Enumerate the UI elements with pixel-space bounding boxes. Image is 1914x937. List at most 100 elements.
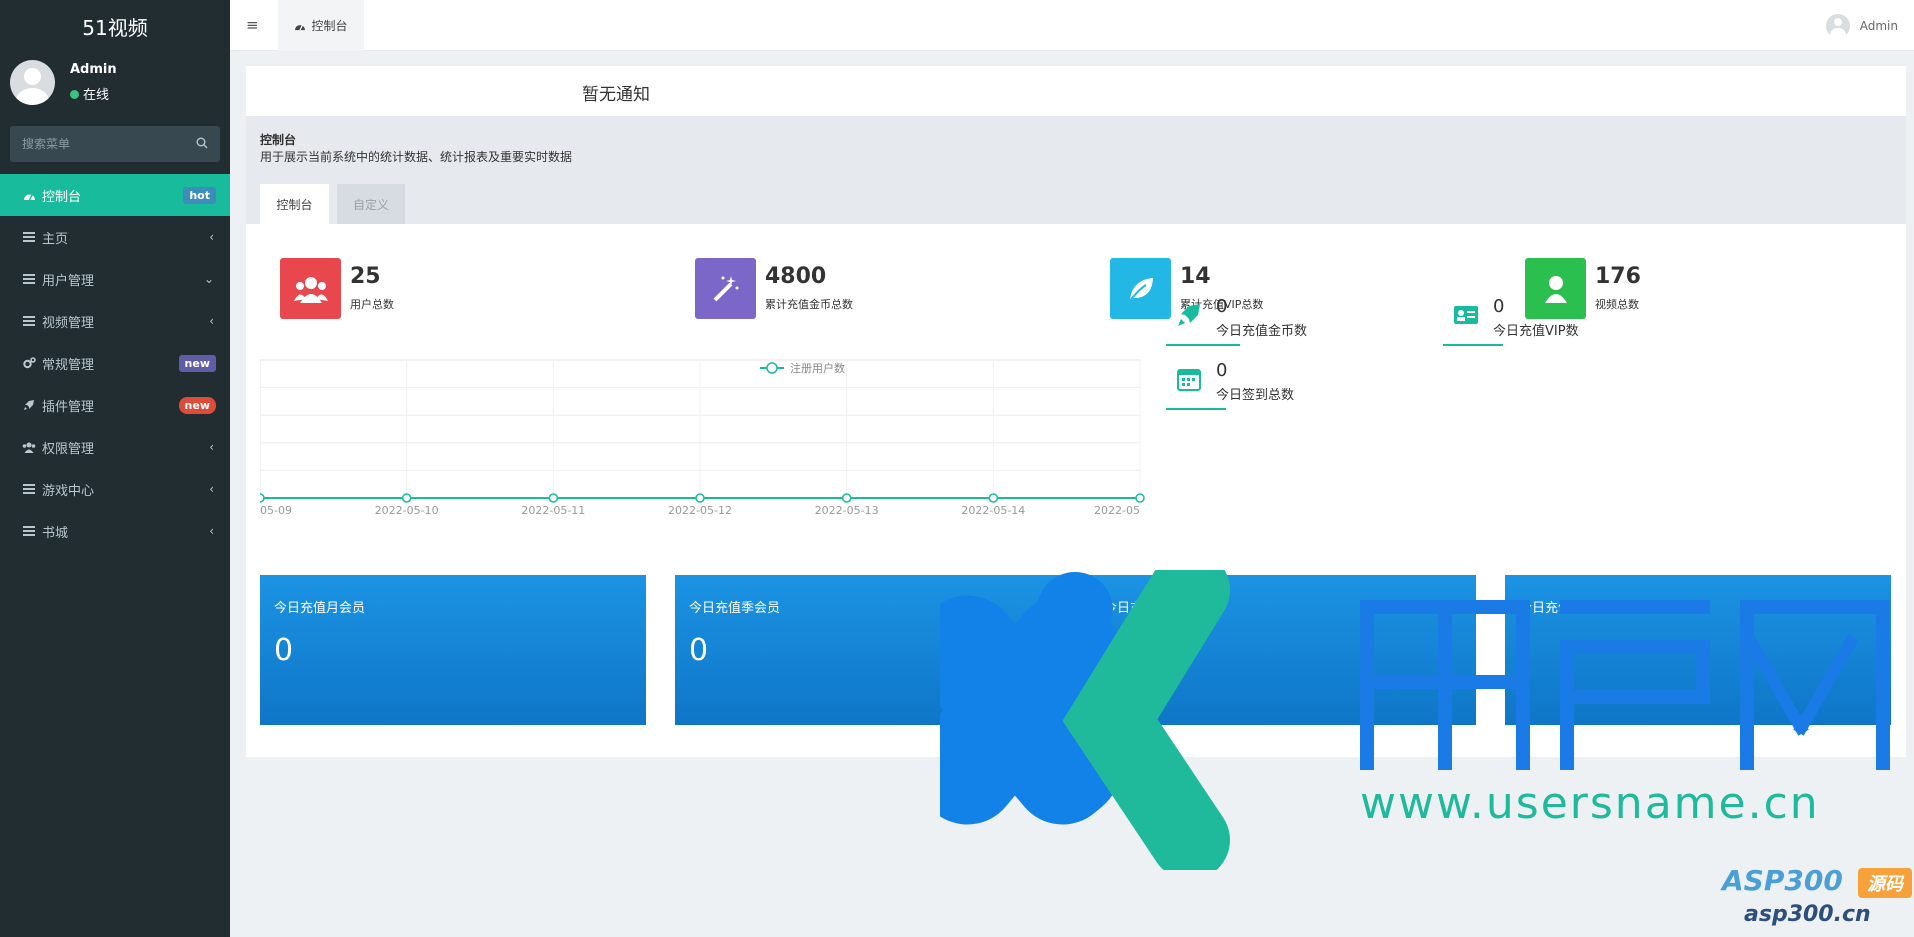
user-avatar <box>10 60 55 105</box>
list-icon <box>22 230 36 244</box>
tile-label: 今日充值 <box>1104 601 1157 616</box>
users-icon <box>280 258 341 319</box>
asp300-badge: 源码 <box>1858 868 1912 898</box>
side-stat-value: 0 <box>1216 360 1228 381</box>
user-name: Admin <box>70 62 117 77</box>
sidebar-item-plugin-management[interactable]: 插件管理 new <box>0 384 230 426</box>
search-icon[interactable] <box>196 137 208 149</box>
tab-dashboard-panel[interactable]: 控制台 <box>260 184 329 224</box>
calendar-icon <box>1177 369 1201 391</box>
tile-lifetime-members[interactable]: 今日充值永久会员 <box>1505 575 1891 725</box>
progress-underline <box>1166 408 1226 410</box>
tile-monthly-members[interactable]: 今日充值月会员 0 <box>260 575 646 725</box>
top-navbar: ≡ 控制台 Admin <box>230 0 1914 51</box>
list-icon <box>22 524 36 538</box>
chart-series <box>260 493 1145 503</box>
chevron-left-icon: ‹ <box>209 482 214 496</box>
side-stat-value: 0 <box>1493 296 1505 317</box>
hamburger-menu-icon[interactable]: ≡ <box>246 16 259 34</box>
list-icon <box>22 314 36 328</box>
chevron-down-icon: ⌄ <box>203 272 214 286</box>
watermark-url: www.usersname.cn <box>1360 778 1820 829</box>
data-point[interactable] <box>401 493 412 503</box>
tile-quarterly-members[interactable]: 今日充值季会员 0 <box>675 575 1061 725</box>
dashboard-icon <box>295 24 306 30</box>
chart-legend[interactable]: 注册用户数 <box>760 361 845 375</box>
x-tick-label: 2022-05-11 <box>521 504 585 517</box>
asp300-domain: asp300.cn <box>1744 902 1871 927</box>
rocket-icon <box>22 398 36 412</box>
sidebar-item-dashboard[interactable]: 控制台 hot <box>0 174 230 216</box>
data-point[interactable] <box>988 493 999 503</box>
new-badge: new <box>178 355 216 372</box>
tile-label: 今日充值季会员 <box>689 601 781 616</box>
stat-value: 176 <box>1595 264 1641 289</box>
data-point[interactable] <box>1135 493 1145 503</box>
side-stat-label: 今日充值金币数 <box>1216 324 1308 339</box>
sidebar-item-label: 游戏中心 <box>42 483 95 499</box>
sidebar-item-label: 插件管理 <box>42 399 95 415</box>
x-tick-label: 2022-05-10 <box>375 504 439 517</box>
legend-label: 注册用户数 <box>790 361 845 375</box>
chart-grid <box>260 359 1141 499</box>
chevron-left-icon: ‹ <box>209 230 214 244</box>
menu-search <box>10 126 220 162</box>
side-stat-label: 今日充值VIP数 <box>1493 324 1579 339</box>
list-icon <box>22 272 36 286</box>
sidebar-item-bookstore[interactable]: 书城 ‹ <box>0 510 230 552</box>
data-point[interactable] <box>841 493 852 503</box>
user-status-text: 在线 <box>83 88 110 103</box>
user-panel: Admin 在线 <box>0 52 230 118</box>
gears-icon <box>22 356 36 370</box>
page-description: 用于展示当前系统中的统计数据、统计报表及重要实时数据 <box>260 150 573 164</box>
panel-header: 控制台 用于展示当前系统中的统计数据、统计报表及重要实时数据 控制台 自定义 <box>246 116 1906 224</box>
rocket-icon <box>1178 304 1200 326</box>
stat-label: 累计充值金币总数 <box>765 298 853 311</box>
stat-card-users: 25 用户总数 <box>280 258 580 320</box>
side-stat-value: 0 <box>1216 296 1228 317</box>
tile-yearly-members[interactable]: 今日充值 <box>1090 575 1476 725</box>
side-stat-vip-today: 0 今日充值VIP数 <box>1443 296 1683 350</box>
tab-custom[interactable]: 自定义 <box>337 184 405 224</box>
tab-dashboard[interactable]: 控制台 <box>278 0 364 51</box>
stat-card-coins: 4800 累计充值金币总数 <box>695 258 995 320</box>
x-tick-label: 2022-05 <box>1094 504 1140 517</box>
magic-wand-icon <box>695 258 756 319</box>
sidebar: 51视频 Admin 在线 控制台 hot 主页 ‹ 用户管理 ⌄ 视频管理 <box>0 0 230 937</box>
x-tick-label: 2022-05-14 <box>961 504 1025 517</box>
page-title: 控制台 <box>260 133 297 147</box>
sidebar-item-label: 视频管理 <box>42 315 95 331</box>
avatar <box>1825 14 1850 38</box>
data-point[interactable] <box>695 493 705 503</box>
sidebar-item-general-management[interactable]: 常规管理 new <box>0 342 230 384</box>
app-logo[interactable]: 51视频 <box>0 0 230 52</box>
chart-x-axis: 05-09 2022-05-10 2022-05-11 2022-05-12 2022-… <box>260 504 1140 517</box>
online-dot-icon <box>70 90 79 99</box>
notice-bar: 暂无通知 <box>246 66 1906 116</box>
top-user-menu[interactable]: Admin <box>1825 14 1898 38</box>
tile-value: 0 <box>274 633 294 668</box>
sidebar-item-home[interactable]: 主页 ‹ <box>0 216 230 258</box>
data-point[interactable] <box>548 493 559 503</box>
chevron-left-icon: ‹ <box>209 440 214 454</box>
sidebar-item-user-management[interactable]: 用户管理 ⌄ <box>0 258 230 300</box>
progress-underline <box>1443 344 1503 346</box>
sidebar-item-game-center[interactable]: 游戏中心 ‹ <box>0 468 230 510</box>
stat-value: 25 <box>350 264 381 289</box>
new-badge: new <box>178 397 216 414</box>
sidebar-item-permission-management[interactable]: 权限管理 ‹ <box>0 426 230 468</box>
sidebar-item-video-management[interactable]: 视频管理 ‹ <box>0 300 230 342</box>
side-stat-coins-today: 0 今日充值金币数 <box>1166 296 1406 350</box>
menu-search-input[interactable] <box>22 137 192 151</box>
tile-label: 今日充值永久会员 <box>1519 601 1624 616</box>
x-tick-label: 05-09 <box>260 504 292 517</box>
side-stat-label: 今日签到总数 <box>1216 388 1295 403</box>
list-icon <box>22 482 36 496</box>
legend-marker <box>766 362 778 374</box>
sidebar-item-label: 权限管理 <box>42 441 95 457</box>
data-point[interactable] <box>260 493 265 503</box>
side-stat-checkin-today: 0 今日签到总数 <box>1166 360 1406 414</box>
sidebar-item-label: 常规管理 <box>42 357 95 373</box>
stat-value: 14 <box>1180 264 1211 289</box>
stat-value: 4800 <box>765 264 827 289</box>
